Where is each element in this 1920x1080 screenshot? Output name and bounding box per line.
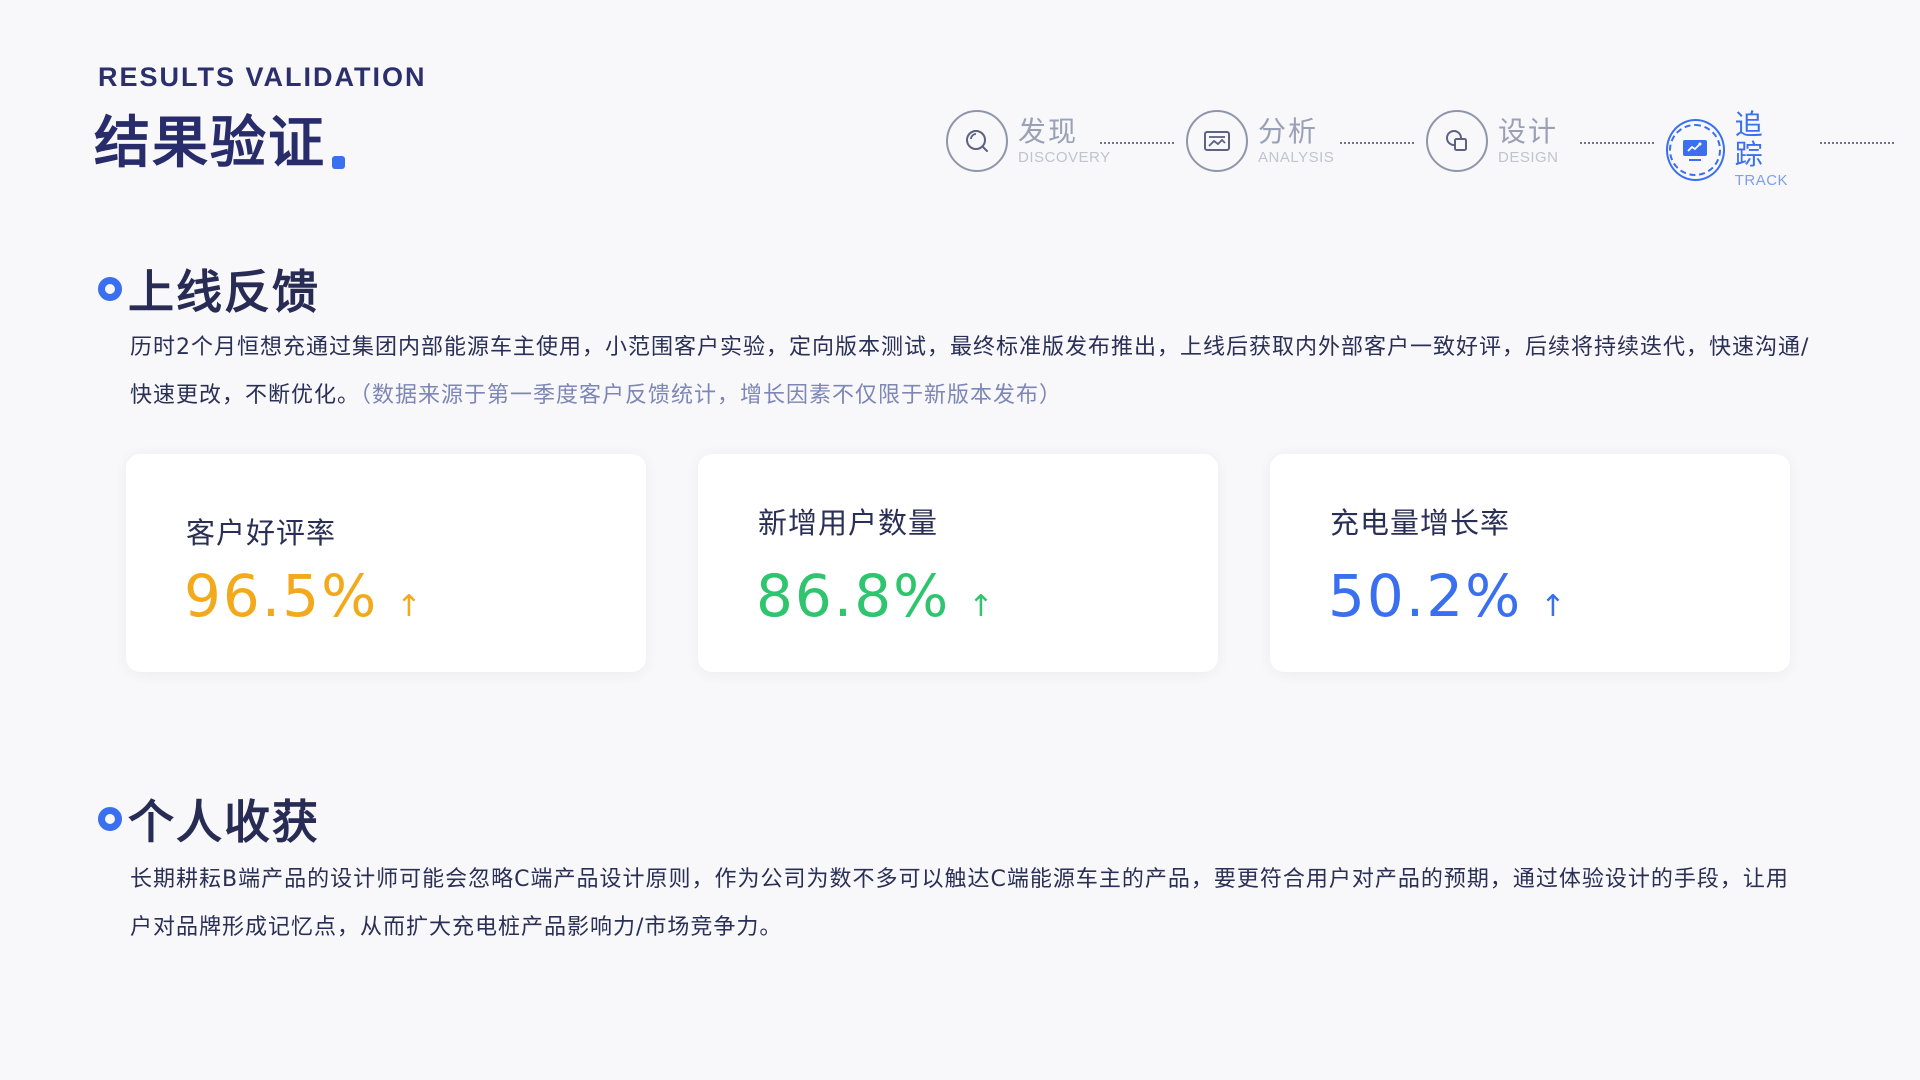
metric-value: 96.5% ↑ bbox=[184, 562, 423, 630]
arrow-up-icon: ↑ bbox=[1540, 589, 1568, 624]
step-label-cn: 设计 bbox=[1498, 114, 1559, 148]
arrow-up-icon: ↑ bbox=[968, 589, 996, 624]
step-label-cn: 分析 bbox=[1258, 114, 1319, 148]
step-label-en: DISCOVERY bbox=[1018, 148, 1111, 166]
step-connector bbox=[1820, 142, 1894, 144]
eyebrow-label: RESULTS VALIDATION bbox=[98, 62, 427, 92]
metric-value: 86.8% ↑ bbox=[756, 562, 995, 630]
metric-card-charging-growth: 充电量增长率 50.2% ↑ bbox=[1270, 454, 1790, 672]
metric-value: 50.2% ↑ bbox=[1328, 562, 1567, 630]
bullet-ring-icon bbox=[98, 277, 122, 301]
metric-number: 96.5% bbox=[184, 562, 379, 630]
metric-card-rating: 客户好评率 96.5% ↑ bbox=[126, 454, 646, 672]
page-title: 结果验证 bbox=[94, 98, 345, 179]
arrow-up-icon: ↑ bbox=[396, 589, 424, 624]
metric-number: 50.2% bbox=[1328, 562, 1523, 630]
step-analysis[interactable]: 分析 ANALYSIS bbox=[1186, 110, 1334, 172]
page-title-text: 结果验证 bbox=[94, 111, 326, 176]
feedback-note: （数据来源于第一季度客户反馈统计，增长因素不仅限于新版本发布） bbox=[360, 383, 1063, 408]
feedback-paragraph: 历时2个月恒想充通过集团内部能源车主使用，小范围客户实验，定向版本测试，最终标准… bbox=[130, 324, 1810, 420]
step-connector bbox=[1100, 142, 1174, 144]
metric-card-new-users: 新增用户数量 86.8% ↑ bbox=[698, 454, 1218, 672]
step-connector bbox=[1340, 142, 1414, 144]
step-label-cn: 发现 bbox=[1018, 114, 1079, 148]
step-label-cn: 追踪 bbox=[1734, 108, 1765, 171]
step-label-en: DESIGN bbox=[1498, 148, 1559, 166]
image-icon bbox=[1204, 131, 1230, 151]
gains-body: 长期耕耘B端产品的设计师可能会忽略C端产品设计原则，作为公司为数不多可以触达C端… bbox=[130, 867, 1789, 940]
section-header-feedback: 上线反馈 bbox=[98, 256, 320, 322]
step-discovery[interactable]: 发现 DISCOVERY bbox=[946, 110, 1111, 172]
step-design[interactable]: 设计 DESIGN bbox=[1426, 110, 1559, 172]
step-label-en: TRACK bbox=[1734, 172, 1789, 189]
section-header-gains: 个人收获 bbox=[98, 786, 320, 852]
metric-number: 86.8% bbox=[756, 562, 951, 630]
gains-paragraph: 长期耕耘B端产品的设计师可能会忽略C端产品设计原则，作为公司为数不多可以触达C端… bbox=[130, 856, 1810, 952]
step-circle bbox=[946, 110, 1008, 172]
section-title: 上线反馈 bbox=[128, 265, 320, 319]
step-track[interactable]: 追踪 TRACK bbox=[1666, 110, 1791, 189]
step-circle bbox=[1186, 110, 1248, 172]
step-circle bbox=[1426, 110, 1488, 172]
metric-label: 充电量增长率 bbox=[1330, 506, 1511, 540]
search-icon bbox=[966, 130, 988, 152]
step-circle bbox=[1666, 118, 1725, 181]
step-label-en: ANALYSIS bbox=[1258, 148, 1335, 166]
title-dot bbox=[332, 156, 345, 169]
metric-label: 新增用户数量 bbox=[758, 506, 939, 540]
metric-label: 客户好评率 bbox=[186, 516, 337, 550]
monitor-chart-icon bbox=[1683, 139, 1708, 161]
section-title: 个人收获 bbox=[128, 795, 320, 849]
shapes-icon bbox=[1446, 130, 1467, 151]
step-connector bbox=[1580, 142, 1654, 144]
bullet-ring-icon bbox=[98, 807, 122, 831]
